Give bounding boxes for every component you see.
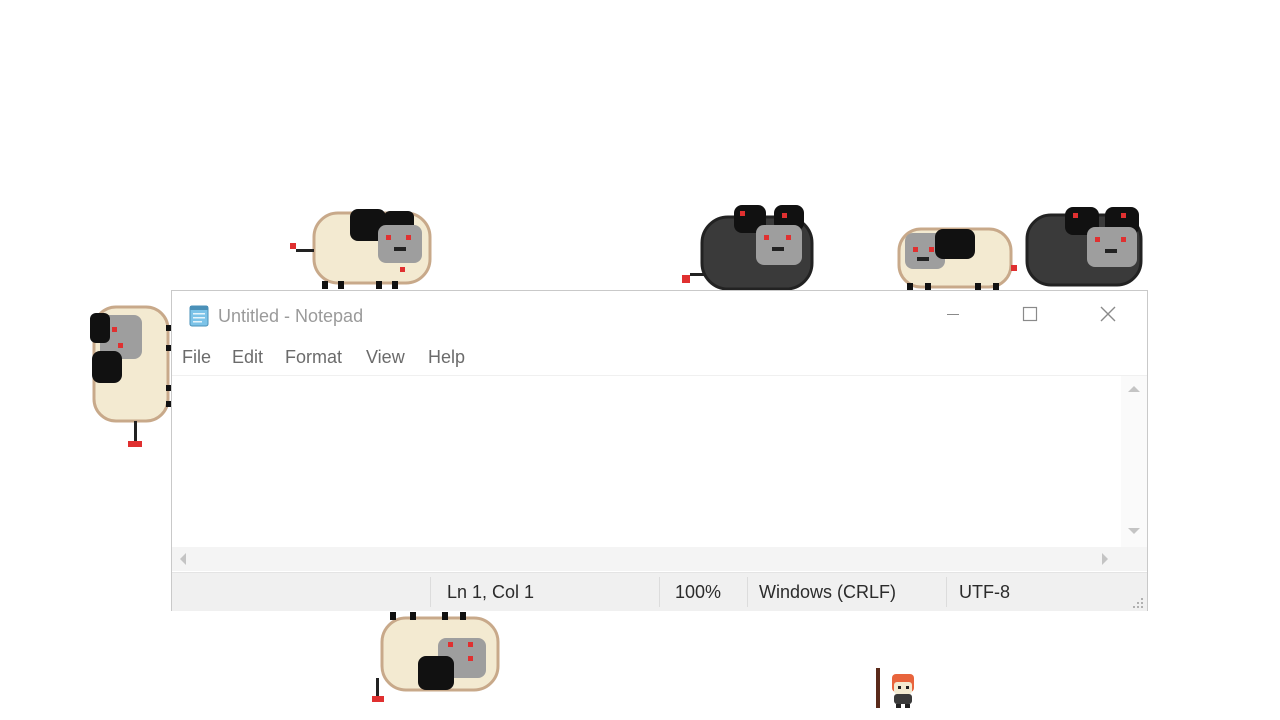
vertical-scrollbar[interactable] <box>1121 376 1147 548</box>
character-sprite <box>876 668 914 708</box>
editor-area <box>172 375 1147 548</box>
menu-bar: File Edit Format View Help <box>172 341 1147 373</box>
desktop-pet-sheep[interactable] <box>372 612 502 704</box>
menu-edit[interactable]: Edit <box>230 346 265 368</box>
desktop-pet-sheep[interactable] <box>88 305 174 451</box>
menu-file[interactable]: File <box>180 346 213 368</box>
horizontal-scrollbar[interactable] <box>172 547 1147 571</box>
status-divider <box>747 577 748 607</box>
window-title: Untitled - Notepad <box>218 306 364 326</box>
notepad-window: Untitled - Notepad File Edit Format View… <box>171 290 1148 611</box>
scroll-right-icon[interactable] <box>1102 553 1108 565</box>
title-bar[interactable]: Untitled - Notepad <box>172 291 1147 341</box>
text-editor[interactable] <box>172 376 1121 548</box>
close-button[interactable] <box>1078 299 1138 333</box>
sheep-sprite <box>372 612 500 702</box>
maximize-button[interactable] <box>1000 299 1060 333</box>
desktop-pet-sheep[interactable] <box>288 207 434 291</box>
status-divider <box>659 577 660 607</box>
desktop-pet-black-sheep[interactable] <box>678 203 818 291</box>
status-divider <box>430 577 431 607</box>
sheep-sprite <box>682 205 814 291</box>
resize-grip-icon[interactable] <box>1132 596 1144 608</box>
status-divider <box>946 577 947 607</box>
menu-help[interactable]: Help <box>426 346 467 368</box>
status-position: Ln 1, Col 1 <box>447 582 535 602</box>
status-bar: Ln 1, Col 1 100% Windows (CRLF) UTF-8 <box>172 572 1147 611</box>
sheep-sprite <box>90 305 174 447</box>
sheep-sprite <box>897 227 1017 291</box>
notepad-icon <box>188 305 210 327</box>
status-line-ending: Windows (CRLF) <box>759 582 897 602</box>
scroll-down-icon[interactable] <box>1128 528 1140 534</box>
desktop-pet-black-sheep[interactable] <box>1025 207 1145 287</box>
status-zoom: 100% <box>675 582 722 602</box>
desktop-pet-character[interactable] <box>874 668 920 710</box>
menu-view[interactable]: View <box>364 346 407 368</box>
desktop-pet-sheep[interactable] <box>895 223 1019 291</box>
minimize-icon <box>946 307 960 326</box>
close-icon <box>1099 305 1117 328</box>
minimize-button[interactable] <box>923 299 983 333</box>
menu-format[interactable]: Format <box>283 346 344 368</box>
scroll-up-icon[interactable] <box>1128 386 1140 392</box>
sheep-sprite <box>1025 207 1143 287</box>
sheep-sprite <box>290 209 432 289</box>
status-encoding: UTF-8 <box>959 582 1010 602</box>
maximize-icon <box>1022 306 1038 327</box>
scroll-left-icon[interactable] <box>180 553 186 565</box>
